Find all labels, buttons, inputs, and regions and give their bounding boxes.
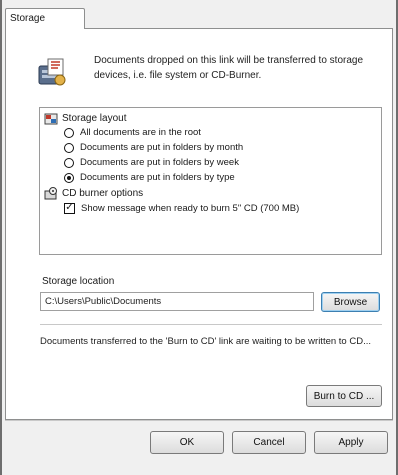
- storage-layout-icon: [44, 113, 58, 125]
- cancel-button[interactable]: Cancel: [232, 431, 306, 454]
- storage-location-label: Storage location: [42, 276, 115, 287]
- storage-location-input[interactable]: [40, 292, 314, 311]
- show-message-label[interactable]: Show message when ready to burn 5" CD (7…: [81, 203, 299, 215]
- browse-button[interactable]: Browse: [321, 292, 380, 312]
- storage-layout-label: Storage layout: [62, 113, 127, 124]
- burn-note: Documents transferred to the 'Burn to CD…: [40, 336, 371, 347]
- radio-by-month[interactable]: [64, 143, 74, 153]
- radio-all-in-root[interactable]: [64, 128, 74, 138]
- ok-button[interactable]: OK: [150, 431, 224, 454]
- tab-storage-label: Storage: [10, 13, 46, 24]
- cd-burner-options-label: CD burner options: [62, 188, 144, 199]
- radio-by-type[interactable]: [64, 173, 74, 183]
- storage-properties-dialog: Storage Documents dropped on this link w…: [0, 0, 398, 475]
- radio-by-week[interactable]: [64, 158, 74, 168]
- storage-options-list: Storage layout All documents are in the …: [39, 107, 382, 255]
- show-message-checkbox[interactable]: ✓: [64, 203, 75, 214]
- tab-storage[interactable]: Storage: [5, 8, 85, 29]
- radio-by-week-label[interactable]: Documents are put in folders by week: [80, 157, 239, 169]
- storage-device-icon: [38, 58, 66, 86]
- radio-by-type-label[interactable]: Documents are put in folders by type: [80, 172, 235, 184]
- radio-all-in-root-label[interactable]: All documents are in the root: [80, 127, 201, 139]
- apply-button[interactable]: Apply: [314, 431, 388, 454]
- storage-tab-panel: Documents dropped on this link will be t…: [5, 28, 393, 420]
- divider: [40, 324, 382, 325]
- radio-by-month-label[interactable]: Documents are put in folders by month: [80, 142, 243, 154]
- storage-description: Documents dropped on this link will be t…: [94, 55, 364, 81]
- burn-to-cd-button[interactable]: Burn to CD ...: [306, 385, 382, 407]
- footer-divider: [5, 420, 393, 421]
- cd-burner-icon: [44, 187, 57, 200]
